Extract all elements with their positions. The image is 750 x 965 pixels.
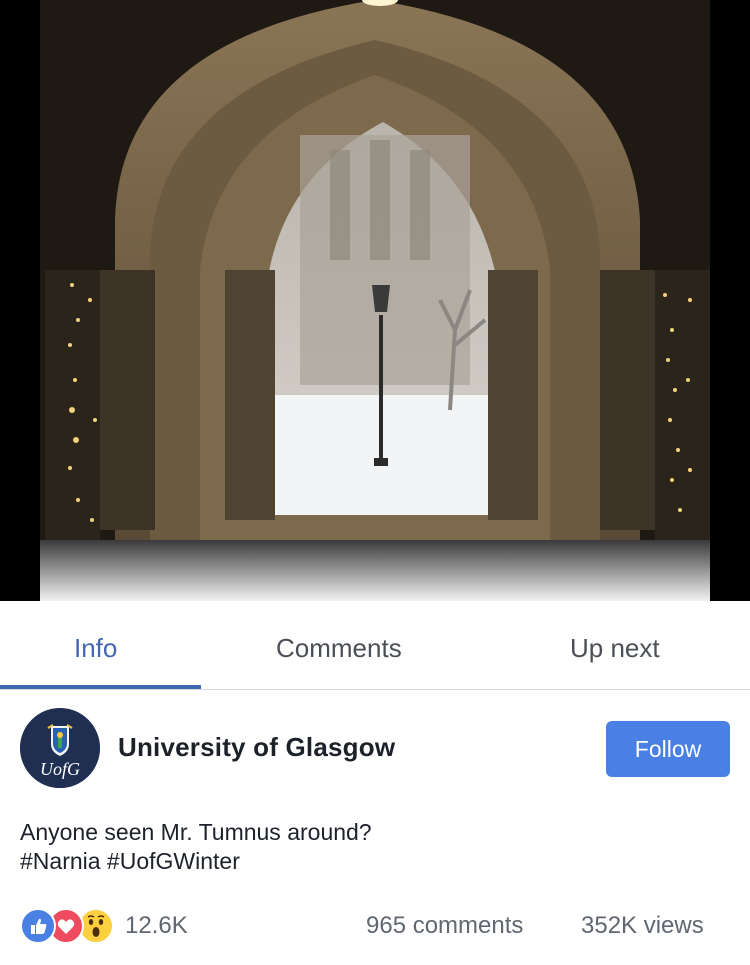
tab-comments[interactable]: Comments xyxy=(276,601,402,689)
comments-count[interactable]: 965 comments xyxy=(366,912,523,940)
avatar-logo-text: UofG xyxy=(40,759,80,779)
like-icon xyxy=(20,908,56,944)
caption-hashtags[interactable]: #Narnia #UofGWinter xyxy=(20,847,372,876)
reactions-summary[interactable] xyxy=(20,908,120,944)
page-avatar[interactable]: UofG xyxy=(20,708,100,788)
video-player[interactable] xyxy=(0,0,750,601)
video-frame-image xyxy=(0,0,750,601)
follow-button[interactable]: Follow xyxy=(606,721,730,777)
tab-info[interactable]: Info xyxy=(74,601,117,689)
reaction-count[interactable]: 12.6K xyxy=(125,912,188,940)
post-caption: Anyone seen Mr. Tumnus around? #Narnia #… xyxy=(20,818,372,876)
views-count: 352K views xyxy=(581,912,704,939)
page-name[interactable]: University of Glasgow xyxy=(118,732,395,763)
tab-up-next[interactable]: Up next xyxy=(570,601,660,689)
tab-bar: Info Comments Up next xyxy=(0,601,750,690)
caption-line-1: Anyone seen Mr. Tumnus around? xyxy=(20,819,372,845)
active-tab-indicator xyxy=(0,685,201,689)
